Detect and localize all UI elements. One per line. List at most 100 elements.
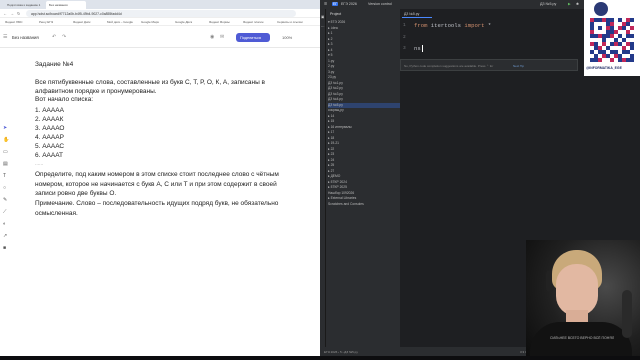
- qr-module: [630, 46, 634, 50]
- task-card[interactable]: Задание №4 Все пятибуквенные слова, сост…: [28, 58, 293, 228]
- shape-icon[interactable]: ○: [3, 185, 6, 191]
- qr-module: [610, 26, 614, 30]
- structure-icon[interactable]: ⋯: [321, 25, 325, 29]
- qr-module: [602, 38, 606, 42]
- pen-icon[interactable]: ✎: [3, 197, 7, 203]
- project-panel-title: Project: [330, 12, 342, 16]
- qr-module: [598, 46, 602, 50]
- qr-module: [594, 46, 598, 50]
- qr-module: [610, 50, 614, 54]
- vcs-menu[interactable]: Version control: [368, 2, 392, 6]
- qr-module: [614, 54, 618, 58]
- sticky-icon[interactable]: ▤: [3, 161, 8, 167]
- hand-icon[interactable]: ✋: [3, 137, 9, 143]
- qr-module: [590, 26, 594, 30]
- qr-module: [602, 50, 606, 54]
- redo-icon[interactable]: ↷: [62, 34, 66, 40]
- qr-module: [622, 38, 626, 42]
- qr-module: [618, 58, 622, 62]
- bookmark-item[interactable]: Яндекс плагин: [243, 20, 263, 24]
- bookmark-item[interactable]: Мой диск – Google: [107, 20, 133, 24]
- bookmark-item[interactable]: Google Диск: [175, 20, 192, 24]
- back-icon[interactable]: ←: [3, 11, 7, 16]
- code-keyword: from: [414, 22, 428, 29]
- code-line[interactable]: from itertools import *: [414, 22, 491, 29]
- more-icon[interactable]: ■: [3, 245, 6, 251]
- zoom-level[interactable]: 100%: [282, 35, 292, 40]
- bookmark-item[interactable]: Google Маps: [141, 20, 159, 24]
- qr-module: [610, 42, 614, 46]
- qr-module: [594, 34, 598, 38]
- board-title[interactable]: Без названия: [12, 35, 39, 40]
- qr-module: [610, 34, 614, 38]
- qr-module: [626, 42, 630, 46]
- qr-module: [590, 18, 594, 22]
- next-tip-link[interactable]: Next Tip: [513, 64, 524, 68]
- qr-code-icon: [590, 18, 634, 62]
- bookmark-item[interactable]: Яндекс Диск: [73, 20, 90, 24]
- qr-module: [614, 38, 618, 42]
- qr-module: [626, 58, 630, 62]
- qr-module: [626, 18, 630, 22]
- qr-module: [598, 18, 602, 22]
- qr-module: [614, 50, 618, 54]
- bookmark-item[interactable]: Решу ЕГЭ: [39, 20, 53, 24]
- undo-icon[interactable]: ↶: [52, 34, 56, 40]
- address-bar-row: ← → ↻ app.holst.so/board/f7712a0b-b4f5-4…: [0, 9, 320, 18]
- screen: Подготовка к заданию 1 Без названия ← → …: [0, 0, 640, 360]
- board-toolbar: ☰ Без названия ↶ ↷ ◉ ✉ Поделиться 100%: [0, 28, 320, 48]
- list-item: 1. ААААА: [35, 107, 64, 114]
- list-item: 6. ААААТ: [35, 152, 64, 159]
- qr-module: [626, 30, 630, 34]
- logo-emblem-icon: [594, 2, 608, 16]
- tab-1[interactable]: Подготовка к заданию 1: [4, 1, 44, 9]
- share-button[interactable]: Поделиться: [236, 33, 270, 42]
- project-name[interactable]: ЕГЭ 2026: [341, 2, 357, 6]
- qr-module: [594, 58, 598, 62]
- line-number: 2: [403, 35, 406, 40]
- bookmark-item[interactable]: Сервисы и ссылки: [277, 20, 303, 24]
- text-icon[interactable]: T: [3, 173, 6, 179]
- editor-tab[interactable]: ДЗ №5.py: [402, 11, 432, 18]
- tab-2[interactable]: Без названия: [46, 1, 86, 9]
- line-number: 1: [403, 23, 406, 28]
- tree-node[interactable]: Scratches and Consoles: [328, 202, 400, 208]
- bookmarks-bar: Яндекс ЛМС Решу ЕГЭ Яндекс Диск Мой диск – …: [0, 18, 320, 26]
- breadcrumb[interactable]: ЕГЭ 2026 › 5 › ДЗ №5.py: [324, 350, 358, 354]
- cursor-icon[interactable]: ➤: [3, 125, 7, 131]
- connector-icon[interactable]: ⟋: [3, 209, 7, 215]
- tool-rail: ➤ ✋ ▭ ▤ T ○ ✎ ⟋ ◐ ↗ ■: [0, 125, 10, 265]
- forward-icon[interactable]: →: [10, 11, 14, 16]
- url-field[interactable]: app.holst.so/board/f7712a0b-b4f5-49b4-90…: [26, 10, 296, 17]
- qr-module: [630, 26, 634, 30]
- qr-module: [590, 22, 594, 26]
- browser-window: Подготовка к заданию 1 Без названия ← → …: [0, 0, 320, 356]
- palette-icon[interactable]: ◐: [3, 221, 6, 227]
- folder-icon[interactable]: ▣: [321, 15, 324, 19]
- arrow-icon[interactable]: ↗: [3, 233, 7, 239]
- qr-module: [594, 18, 598, 22]
- reload-icon[interactable]: ↻: [17, 11, 20, 16]
- debug-icon[interactable]: ✱: [576, 2, 579, 6]
- user-icon[interactable]: ◉: [210, 34, 214, 40]
- bookmark-item[interactable]: Яндекс Формы: [209, 20, 230, 24]
- qr-module: [630, 34, 634, 38]
- qr-module: [614, 30, 618, 34]
- qr-module: [622, 26, 626, 30]
- list-item: 4. ААААР: [35, 134, 64, 141]
- frame-icon[interactable]: ▭: [3, 149, 8, 155]
- file-run-config[interactable]: ДЗ №5.py: [540, 2, 556, 6]
- tab-bar: Подготовка к заданию 1 Без названия: [0, 0, 320, 9]
- run-icon[interactable]: ▶: [568, 2, 571, 6]
- qr-module: [622, 58, 626, 62]
- qr-module: [622, 22, 626, 26]
- bookmark-item[interactable]: Яндекс ЛМС: [5, 20, 23, 24]
- shirt-print: СИЛЬНЕЕ ВСЕГО ВЕРНО ВСЁ ПОНЯЛ: [550, 336, 615, 340]
- qr-module: [590, 42, 594, 46]
- comments-icon[interactable]: ✉: [220, 34, 224, 40]
- qr-module: [630, 54, 634, 58]
- qr-module: [606, 34, 610, 38]
- code-line[interactable]: ns: [414, 45, 423, 52]
- ide-menu-icon[interactable]: ☰: [324, 2, 327, 6]
- menu-icon[interactable]: ☰: [3, 34, 7, 40]
